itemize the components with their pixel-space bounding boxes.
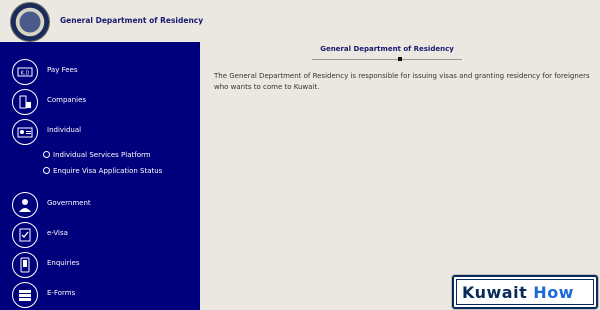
sidebar-item-label: Government [47, 199, 91, 207]
sidebar-nav: K.D Pay Fees Companies Individual Indivi… [0, 42, 200, 310]
sidebar-item-label: Individual [47, 126, 82, 134]
watermark-part1: Kuwait [462, 283, 528, 302]
header-title: General Department of Residency [60, 16, 204, 25]
sidebar-item-companies[interactable]: Companies [0, 87, 200, 117]
watermark-part2: How [533, 283, 574, 302]
watermark-text: Kuwait How [462, 283, 574, 302]
sidebar-item-pay-fees[interactable]: K.D Pay Fees [0, 57, 200, 87]
main-content: General Department of Residency The Gene… [200, 42, 600, 310]
subitem-label: Individual Services Platform [53, 151, 151, 159]
svg-text:K.D: K.D [21, 71, 30, 77]
subitem-label: Enquire Visa Application Status [53, 167, 163, 175]
radio-circle-icon [43, 151, 50, 158]
subitem-individual-services-platform[interactable]: Individual Services Platform [43, 150, 193, 161]
header: General Department of Residency [0, 0, 600, 42]
sidebar-item-label: Enquiries [47, 259, 80, 267]
kd-currency-icon: K.D [12, 59, 38, 85]
kuwait-how-watermark: Kuwait How [452, 275, 598, 309]
sidebar-item-e-forms[interactable]: E-Forms [0, 280, 200, 310]
building-icon [12, 89, 38, 115]
sidebar-item-individual[interactable]: Individual [0, 117, 200, 147]
sidebar-item-label: Companies [47, 96, 87, 104]
title-divider [312, 59, 462, 60]
phone-icon [12, 252, 38, 278]
page-description: The General Department of Residency is r… [214, 72, 590, 91]
page-title: General Department of Residency [320, 45, 454, 53]
divider-marker [398, 57, 402, 61]
document-check-icon [12, 222, 38, 248]
government-person-icon [12, 192, 38, 218]
sidebar-item-label: Pay Fees [47, 66, 78, 74]
id-card-icon [12, 119, 38, 145]
form-stack-icon [12, 282, 38, 308]
residency-emblem-logo[interactable] [10, 2, 50, 42]
sidebar-item-government[interactable]: Government [0, 190, 200, 220]
subitem-enquire-visa-status[interactable]: Enquire Visa Application Status [43, 166, 193, 177]
sidebar-item-label: E-Forms [47, 289, 76, 297]
radio-circle-icon [43, 167, 50, 174]
sidebar-item-label: e-Visa [47, 229, 68, 237]
sidebar-item-e-visa[interactable]: e-Visa [0, 220, 200, 250]
sidebar-item-enquiries[interactable]: Enquiries [0, 250, 200, 280]
